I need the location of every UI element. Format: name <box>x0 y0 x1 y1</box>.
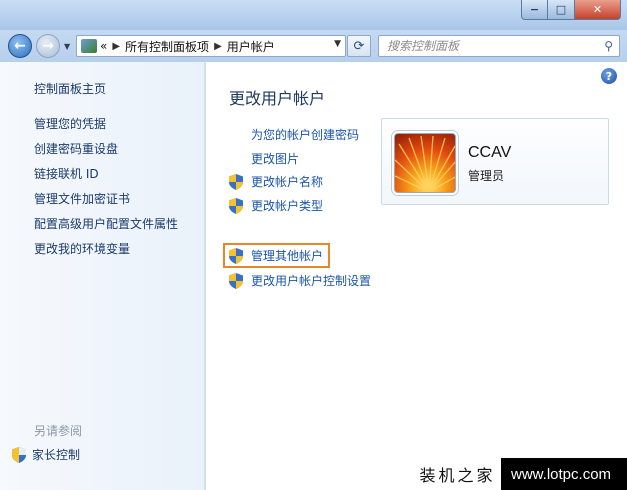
sidebar-item-encryption-cert[interactable]: 管理文件加密证书 <box>34 190 130 207</box>
main-panel: ? 更改用户帐户 为您的帐户创建密码 更改图片 更改帐户名称 更改帐户类型 管理… <box>206 62 627 490</box>
sidebar-item-env-variables[interactable]: 更改我的环境变量 <box>34 240 130 257</box>
change-account-type-link[interactable]: 更改帐户类型 <box>229 197 323 214</box>
see-also-heading: 另请参阅 <box>34 424 83 438</box>
close-button[interactable]: ✕ <box>575 0 621 20</box>
uac-shield-icon <box>229 197 243 214</box>
window-controls: − □ ✕ <box>521 0 621 20</box>
user-role: 管理员 <box>468 169 505 183</box>
parental-control-label: 家长控制 <box>32 448 81 462</box>
maximize-button[interactable]: □ <box>548 0 575 20</box>
uac-shield-icon <box>229 272 243 289</box>
forward-button[interactable]: → <box>36 34 60 58</box>
navigation-bar: ← → ▼ « ▶ 所有控制面板项 ▶ 用户帐户 ▼ ⟳ ⚲ <box>0 30 627 62</box>
task-label: 更改帐户类型 <box>251 199 324 213</box>
breadcrumb-all-items[interactable]: 所有控制面板项 <box>125 38 209 55</box>
watermark-text: 装机之家 <box>414 458 501 490</box>
watermark-url: www.lotpc.com <box>511 465 612 483</box>
sidebar: 控制面板主页 管理您的凭据 创建密码重设盘 链接联机 ID 管理文件加密证书 配… <box>0 62 205 490</box>
avatar[interactable] <box>394 133 456 193</box>
uac-shield-icon <box>229 173 243 190</box>
change-picture-link[interactable]: 更改图片 <box>251 150 299 167</box>
chevron-right-icon: ▶ <box>112 40 121 52</box>
chevron-right-icon: ▶ <box>214 40 222 52</box>
refresh-icon: ⟳ <box>353 38 365 54</box>
task-label: 为您的帐户创建密码 <box>251 128 360 142</box>
arrow-left-icon: ← <box>14 38 26 54</box>
task-label: 管理其他帐户 <box>251 249 324 263</box>
minimize-button[interactable]: − <box>521 0 548 20</box>
sidebar-item-home[interactable]: 控制面板主页 <box>34 80 106 97</box>
sidebar-item-profile-properties[interactable]: 配置高级用户配置文件属性 <box>34 215 178 232</box>
task-label: 更改帐户名称 <box>251 175 324 189</box>
user-account-card: CCAV 管理员 <box>381 118 609 205</box>
back-button[interactable]: ← <box>8 34 32 58</box>
uac-settings-link[interactable]: 更改用户帐户控制设置 <box>229 272 371 289</box>
manage-other-accounts-link[interactable]: 管理其他帐户 <box>223 243 331 268</box>
breadcrumb-user-accounts[interactable]: 用户帐户 <box>227 38 275 55</box>
help-icon[interactable]: ? <box>601 68 617 84</box>
chevron-down-icon[interactable]: ▼ <box>334 39 341 49</box>
search-icon[interactable]: ⚲ <box>604 39 613 53</box>
control-panel-icon <box>81 39 97 53</box>
uac-shield-icon <box>12 446 26 463</box>
flower-picture-icon <box>395 135 455 192</box>
task-label: 更改用户帐户控制设置 <box>251 274 372 288</box>
search-box: ⚲ <box>378 35 620 57</box>
page-title: 更改用户帐户 <box>229 89 326 108</box>
breadcrumb-overflow[interactable]: « <box>100 39 107 53</box>
address-bar[interactable]: « ▶ 所有控制面板项 ▶ 用户帐户 ▼ <box>76 35 346 57</box>
uac-shield-icon <box>229 247 243 264</box>
refresh-button[interactable]: ⟳ <box>347 35 371 57</box>
title-bar: − □ ✕ <box>0 0 627 30</box>
parental-control-link[interactable]: 家长控制 <box>12 446 80 463</box>
arrow-right-icon: → <box>42 38 54 54</box>
sidebar-item-online-id[interactable]: 链接联机 ID <box>34 165 99 182</box>
recent-pages-dropdown[interactable]: ▼ <box>64 42 70 51</box>
sidebar-item-credentials[interactable]: 管理您的凭据 <box>34 115 106 132</box>
create-password-link[interactable]: 为您的帐户创建密码 <box>251 126 359 143</box>
search-input[interactable] <box>387 39 597 53</box>
user-name: CCAV <box>468 144 512 161</box>
site-watermark: 装机之家 www.lotpc.com <box>414 458 627 490</box>
task-label: 更改图片 <box>251 152 300 166</box>
change-account-name-link[interactable]: 更改帐户名称 <box>229 173 323 190</box>
sidebar-item-reset-disk[interactable]: 创建密码重设盘 <box>34 140 118 157</box>
